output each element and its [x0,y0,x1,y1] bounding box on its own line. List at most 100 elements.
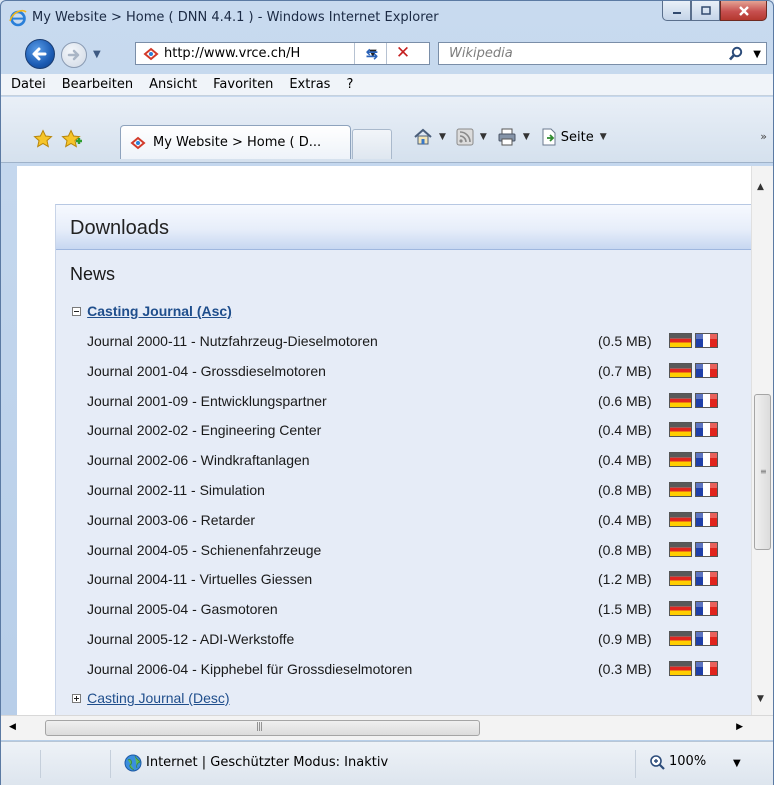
zoom-dropdown[interactable]: ▼ [733,758,741,769]
maximize-button[interactable] [691,1,720,21]
flag-france-icon[interactable] [695,660,718,676]
flag-germany-icon[interactable] [669,392,692,408]
close-button[interactable] [720,1,767,21]
minimize-button[interactable] [662,1,691,21]
page-menu-button[interactable]: Seite ▼ [540,128,607,146]
flag-germany-icon[interactable] [669,541,692,557]
vertical-scrollbar[interactable]: ▲ ≡ ▼ [751,166,773,715]
flag-france-icon[interactable] [695,482,718,497]
flag-germany-icon[interactable] [669,362,692,378]
flag-germany-icon[interactable] [669,511,692,527]
journal-title: Journal 2001-04 - Grossdieselmotoren [87,362,326,379]
navigation-bar: ▼ http://www.vrce.ch/H ▼ ⇆ ✕ Wikipedia ▼ [1,35,773,73]
flag-france-icon[interactable] [695,631,718,646]
journal-title: Journal 2001-09 - Entwicklungspartner [87,392,327,409]
menu-bar: Datei Bearbeiten Ansicht Favoriten Extra… [1,74,773,96]
back-button[interactable] [25,39,55,69]
flag-germany-icon[interactable] [669,571,692,587]
browser-window: My Website > Home ( DNN 4.4.1 ) - Window… [0,0,774,785]
flag-germany-icon[interactable] [669,422,692,438]
menu-help[interactable]: ? [346,77,353,92]
recent-pages-dropdown[interactable]: ▼ [93,49,101,60]
feeds-dropdown[interactable]: ▼ [480,132,487,142]
more-commands-chevron-icon[interactable]: » [760,130,767,143]
flag-france-icon[interactable] [695,452,718,468]
flag-france-icon[interactable] [695,362,718,378]
expand-icon[interactable] [72,693,81,703]
tab-bar: My Website > Home ( D... ▼ ▼ ▼ Seite ▼ » [1,97,773,163]
flag-france-icon[interactable] [695,333,718,348]
search-box[interactable]: Wikipedia ▼ [438,42,767,65]
flag-germany-icon[interactable] [669,601,692,617]
group-casting-journal-asc[interactable]: Casting Journal (Asc) [72,303,232,319]
maximize-icon [700,5,711,15]
vertical-scroll-thumb[interactable]: ≡ [754,394,771,550]
flag-germany-icon[interactable] [669,631,692,646]
journal-title: Journal 2002-02 - Engineering Center [87,422,322,439]
search-provider-dropdown[interactable]: ▼ [753,49,761,60]
new-tab-button[interactable] [352,129,392,159]
stop-icon[interactable]: ✕ [392,43,414,63]
address-bar[interactable]: http://www.vrce.ch/H ▼ ⇆ ✕ [135,42,430,65]
group-link-asc[interactable]: Casting Journal (Asc) [87,303,232,319]
flag-germany-icon[interactable] [669,482,692,497]
tab-label: My Website > Home ( D... [153,135,322,150]
flag-france-icon[interactable] [695,422,718,438]
flag-france-icon[interactable] [695,511,718,527]
forward-button[interactable] [61,42,87,68]
flag-germany-icon[interactable] [669,452,692,468]
menu-datei[interactable]: Datei [11,77,46,92]
print-button[interactable]: ▼ [497,128,530,146]
tab-current-page[interactable]: My Website > Home ( D... [120,125,351,159]
file-size: (1.5 MB) [598,601,652,618]
journal-row: Journal 2001-09 - Entwicklungspartner (0.… [87,391,727,413]
print-icon [498,128,516,146]
journal-row: Journal 2004-05 - Schienenfahrzeuge (0.8 … [87,540,727,562]
flag-france-icon[interactable] [695,601,718,617]
search-icon[interactable] [728,46,744,62]
collapse-icon[interactable] [72,306,81,316]
journal-row: Journal 2004-11 - Virtuelles Giessen (1.2… [87,569,727,591]
flag-germany-icon[interactable] [669,660,692,676]
zoom-icon[interactable] [649,754,667,772]
status-bar: Internet | Geschützter Modus: Inaktiv 10… [1,741,773,785]
add-favorite-icon[interactable] [61,129,83,149]
group-casting-journal-desc[interactable]: Casting Journal (Desc) [72,690,230,706]
home-button[interactable]: ▼ [413,127,446,147]
menu-extras[interactable]: Extras [289,77,330,92]
scroll-up-arrow-icon[interactable]: ▲ [757,182,764,192]
security-zone-status[interactable]: Internet | Geschützter Modus: Inaktiv [146,755,388,770]
flag-france-icon[interactable] [695,392,718,408]
menu-ansicht[interactable]: Ansicht [149,77,197,92]
horizontal-scroll-thumb[interactable]: ||| [45,720,480,736]
favorites-star-icon[interactable] [33,129,53,149]
menu-bearbeiten[interactable]: Bearbeiten [62,77,133,92]
journal-row: Journal 2005-04 - Gasmotoren (1.5 MB) [87,599,727,621]
group-link-desc[interactable]: Casting Journal (Desc) [87,690,229,706]
page-menu-dropdown[interactable]: ▼ [600,132,607,142]
journal-title: Journal 2003-06 - Retarder [87,511,256,528]
home-dropdown[interactable]: ▼ [439,132,446,142]
feeds-button[interactable]: ▼ [456,128,487,146]
flag-france-icon[interactable] [695,541,718,557]
print-dropdown[interactable]: ▼ [523,132,530,142]
scroll-right-arrow-icon[interactable]: ▶ [736,722,743,732]
window-controls [662,1,767,23]
scroll-down-arrow-icon[interactable]: ▼ [757,694,764,704]
refresh-icon[interactable]: ⇆ [361,45,383,63]
journal-title: Journal 2004-05 - Schienenfahrzeuge [87,541,322,558]
address-url[interactable]: http://www.vrce.ch/H [164,46,369,61]
journal-row: Journal 2003-06 - Retarder (0.4 MB) [87,510,727,532]
scroll-left-arrow-icon[interactable]: ◀ [9,722,16,732]
site-favicon-icon [130,136,146,149]
search-input[interactable]: Wikipedia [449,46,513,61]
flag-france-icon[interactable] [695,571,718,587]
window-title: My Website > Home ( DNN 4.4.1 ) - Window… [32,10,439,25]
title-bar[interactable]: My Website > Home ( DNN 4.4.1 ) - Window… [1,1,773,35]
zoom-level[interactable]: 100% [669,754,706,769]
journal-title: Journal 2002-11 - Simulation [87,482,265,498]
menu-favoriten[interactable]: Favoriten [213,77,273,92]
flag-germany-icon[interactable] [669,333,692,348]
horizontal-scrollbar[interactable]: ◀ ||| ▶ [1,715,773,740]
journal-title: Journal 2006-04 - Kipphebel für Grossdie… [87,660,413,677]
